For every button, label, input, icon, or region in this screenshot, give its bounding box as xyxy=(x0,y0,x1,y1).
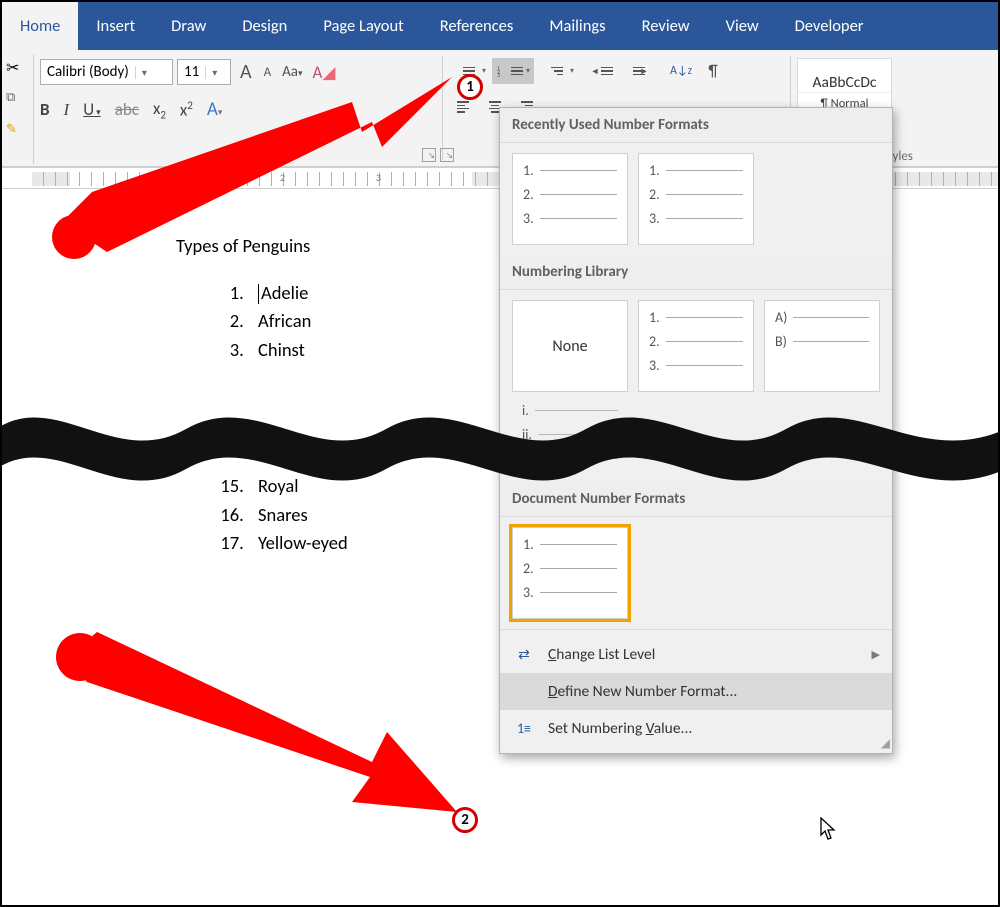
tab-insert[interactable]: Insert xyxy=(78,2,153,50)
numbering-button[interactable] xyxy=(492,58,534,84)
torn-page-separator xyxy=(0,374,1000,504)
annotation-arrow-2 xyxy=(52,622,472,852)
text-cursor xyxy=(258,284,259,304)
show-hide-button[interactable]: ¶ xyxy=(698,58,728,84)
set-numbering-value-item[interactable]: 1≡ Set Numbering Value... xyxy=(500,710,892,747)
resize-grip-icon[interactable]: ◢ xyxy=(876,737,890,751)
callout-1: 1 xyxy=(457,74,483,100)
tab-mailings[interactable]: Mailings xyxy=(531,2,623,50)
tab-draw[interactable]: Draw xyxy=(153,2,224,50)
tab-view[interactable]: View xyxy=(708,2,777,50)
list-item: Adelie xyxy=(248,279,311,308)
tab-page-layout[interactable]: Page Layout xyxy=(305,2,421,50)
callout-2: 2 xyxy=(452,807,478,833)
tab-review[interactable]: Review xyxy=(624,2,708,50)
multilevel-list-button[interactable] xyxy=(536,58,578,84)
annotation-arrow-1 xyxy=(52,62,482,282)
ribbon-tabs: Home Insert Draw Design Page Layout Refe… xyxy=(2,2,998,50)
recent-formats-tiles: 1. 2. 3. 1. 2. 3. xyxy=(500,143,892,255)
copy-icon[interactable]: ⧉ xyxy=(6,90,26,110)
change-list-level-item[interactable]: ⇄ Change List Level ▶ xyxy=(500,636,892,673)
sort-button[interactable]: A↓Z xyxy=(666,58,696,84)
panel-menu: ⇄ Change List Level ▶ Define New Number … xyxy=(500,630,892,753)
chevron-right-icon: ▶ xyxy=(872,648,880,661)
numbering-library-header: Numbering Library xyxy=(500,255,892,290)
define-format-icon xyxy=(514,684,534,700)
tab-design[interactable]: Design xyxy=(224,2,305,50)
list-item: Chinst xyxy=(248,336,311,365)
format-tile-numeric[interactable]: 1. 2. 3. xyxy=(638,153,754,245)
tab-home[interactable]: Home xyxy=(2,2,78,50)
set-value-icon: 1≡ xyxy=(514,721,534,737)
bold-button[interactable]: B xyxy=(40,99,50,120)
format-painter-icon[interactable]: ✎ xyxy=(6,122,26,142)
recent-formats-header: Recently Used Number Formats xyxy=(500,108,892,143)
change-level-icon: ⇄ xyxy=(514,647,534,663)
quick-access: ✂ ⧉ ✎ xyxy=(6,58,30,154)
format-tile-numeric[interactable]: 1. 2. 3. xyxy=(512,153,628,245)
increase-indent-button[interactable]: ► xyxy=(624,58,654,84)
tab-references[interactable]: References xyxy=(422,2,532,50)
cut-icon[interactable]: ✂ xyxy=(6,58,26,78)
list-top: Adelie African Chinst xyxy=(248,279,311,365)
list-item: Yellow-eyed xyxy=(248,529,348,558)
list-item: Snares xyxy=(248,501,348,530)
doc-format-tiles: 1. 2. 3. xyxy=(500,517,892,629)
decrease-indent-button[interactable]: ◄ xyxy=(592,58,622,84)
list-item: African xyxy=(248,307,311,336)
mouse-cursor-icon xyxy=(820,817,838,841)
tab-developer[interactable]: Developer xyxy=(777,2,882,50)
define-new-number-format-item[interactable]: Define New Number Format... xyxy=(500,673,892,710)
format-tile-numeric-selected[interactable]: 1. 2. 3. xyxy=(512,527,628,619)
